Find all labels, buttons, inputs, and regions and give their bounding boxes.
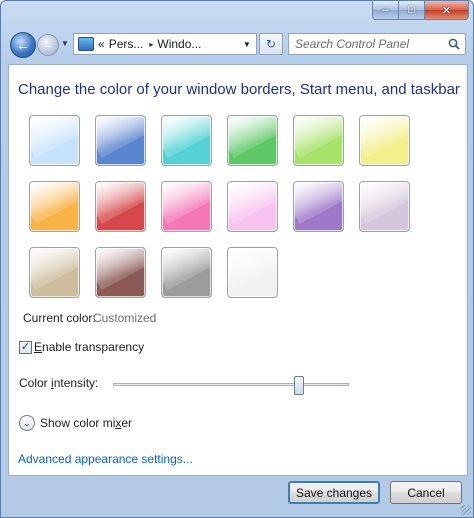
color-swatch-leaf[interactable] [227, 115, 278, 166]
show-color-mixer-label[interactable]: Show color mixer [40, 416, 132, 430]
checkmark-icon: ✓ [20, 341, 31, 353]
color-swatch-sea[interactable] [161, 115, 212, 166]
address-dropdown-button[interactable]: ▼ [238, 34, 256, 54]
expand-icon: ⌄ [23, 418, 31, 428]
breadcrumb-personalization[interactable]: Pers... [109, 37, 144, 51]
color-intensity-slider-thumb[interactable] [294, 376, 305, 395]
color-swatch-lime[interactable] [293, 115, 344, 166]
color-swatch-twilight[interactable] [95, 115, 146, 166]
color-swatch-ruby[interactable] [95, 181, 146, 232]
content-edge [465, 65, 467, 475]
forward-button[interactable]: → [37, 34, 59, 56]
maximize-icon: □ [408, 4, 415, 16]
close-button[interactable]: ✕ [425, 1, 469, 20]
search-placeholder: Search Control Panel [295, 37, 410, 51]
address-bar[interactable]: « Pers... ▸ Windo... ▼ [73, 33, 257, 55]
color-swatch-blush[interactable] [227, 181, 278, 232]
color-intensity-slider[interactable] [113, 383, 349, 386]
current-color-value: Customized [93, 311, 157, 325]
label-text: nable transparency [42, 340, 145, 354]
color-swatch-pumpkin[interactable] [29, 181, 80, 232]
save-changes-button[interactable]: Save changes [288, 481, 380, 504]
cancel-button[interactable]: Cancel [390, 481, 462, 504]
caption-buttons: – □ ✕ [372, 1, 469, 20]
minimize-button[interactable]: – [372, 1, 399, 20]
content-area: Change the color of your window borders,… [8, 64, 468, 476]
control-panel-window: – □ ✕ ← → ▼ « Pers... ▸ Windo... ▼ ↻ Sea… [0, 0, 474, 518]
current-color-label: Current color: [23, 311, 96, 325]
search-input[interactable]: Search Control Panel [288, 33, 466, 55]
color-swatch-lavender[interactable] [359, 181, 410, 232]
color-swatch-slate[interactable] [161, 247, 212, 298]
enable-transparency-checkbox[interactable]: ✓ [19, 341, 32, 354]
back-button[interactable]: ← [10, 32, 36, 58]
color-swatch-chocolate[interactable] [95, 247, 146, 298]
color-swatch-lemon[interactable] [359, 115, 410, 166]
enable-transparency-label[interactable]: Enable transparency [34, 340, 144, 354]
color-intensity-label: Color intensity: [19, 376, 98, 390]
recent-pages-dropdown[interactable]: ▼ [61, 39, 69, 48]
color-swatch-fuchsia[interactable] [161, 181, 212, 232]
show-color-mixer-button[interactable]: ⌄ [19, 415, 35, 431]
chevron-down-icon: ▼ [61, 39, 69, 48]
resize-grip[interactable] [461, 505, 471, 515]
access-key: E [34, 340, 43, 354]
search-icon [448, 38, 460, 50]
control-panel-icon [78, 37, 94, 51]
forward-arrow-icon: → [42, 39, 54, 51]
chevron-down-icon: ▼ [243, 39, 251, 49]
label-text: ntensity: [53, 376, 99, 390]
back-arrow-icon: ← [16, 37, 30, 53]
breadcrumb-separator-icon[interactable]: ▸ [149, 40, 153, 49]
close-icon: ✕ [441, 4, 452, 17]
color-swatch-frost[interactable] [227, 247, 278, 298]
breadcrumb-overflow[interactable]: « [98, 37, 105, 51]
label-text: er [121, 416, 133, 430]
color-swatch-violet[interactable] [293, 181, 344, 232]
label-text: Color [19, 376, 52, 390]
page-title: Change the color of your window borders,… [18, 81, 460, 98]
minimize-icon: – [382, 4, 389, 16]
label-text: Show color mi [40, 416, 116, 430]
maximize-button[interactable]: □ [399, 1, 425, 20]
color-swatch-taupe[interactable] [29, 247, 80, 298]
advanced-appearance-settings-link[interactable]: Advanced appearance settings... [18, 452, 193, 466]
breadcrumb-window-color[interactable]: Windo... [157, 37, 201, 51]
refresh-button[interactable]: ↻ [259, 33, 283, 55]
color-swatch-sky[interactable] [29, 115, 80, 166]
refresh-icon: ↻ [265, 37, 277, 51]
